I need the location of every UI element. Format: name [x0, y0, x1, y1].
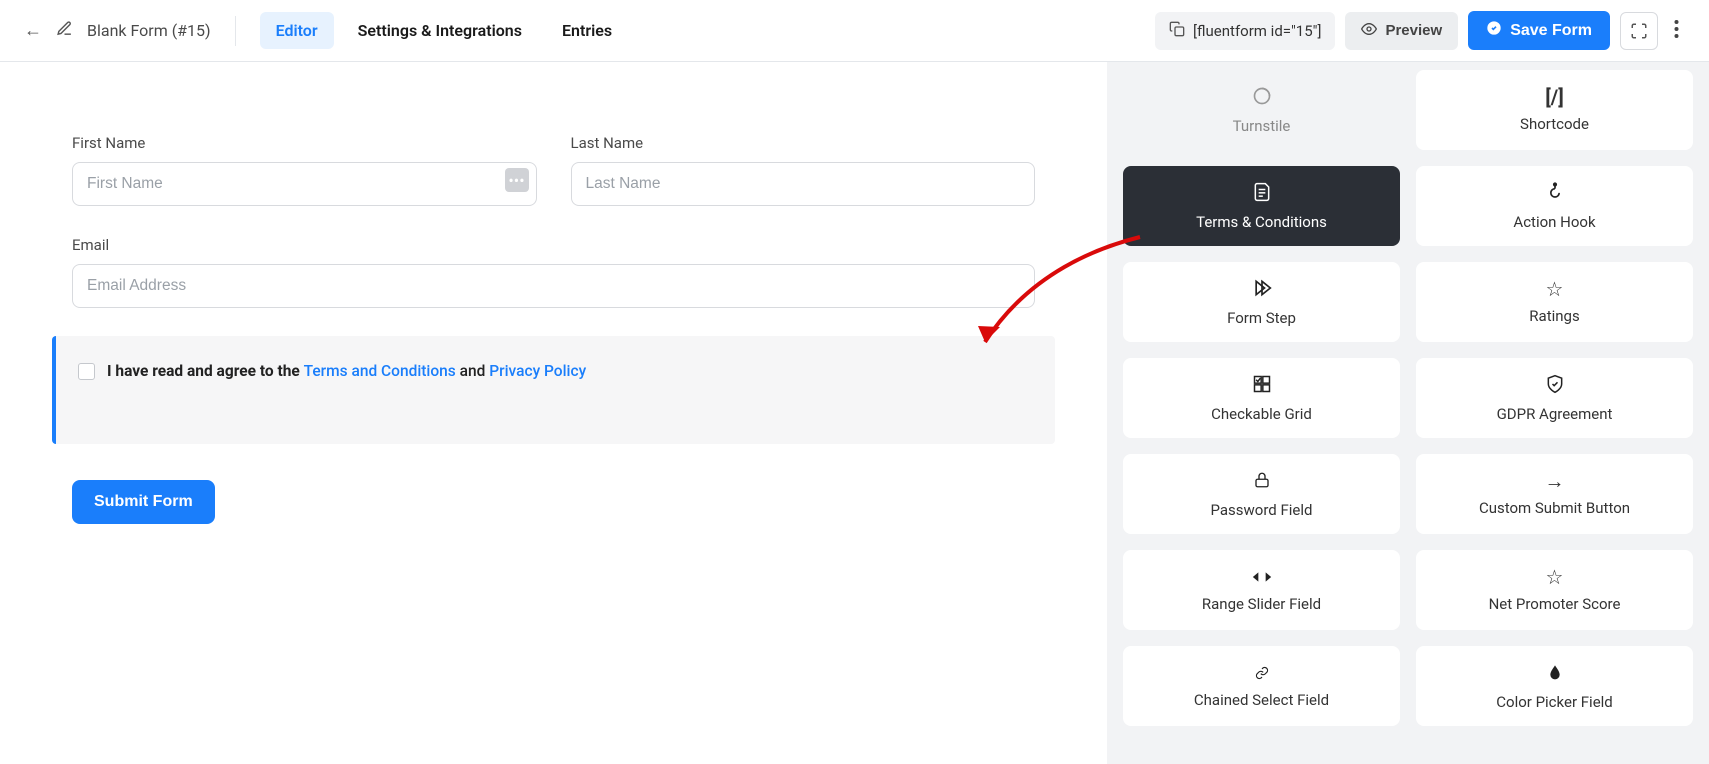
field-color-picker[interactable]: Color Picker Field [1416, 646, 1693, 726]
terms-block[interactable]: I have read and agree to the Terms and C… [52, 336, 1055, 444]
star-icon: ☆ [1546, 567, 1564, 587]
topbar: ← Blank Form (#15) Editor Settings & Int… [0, 0, 1709, 62]
topbar-left: ← Blank Form (#15) Editor Settings & Int… [24, 12, 628, 49]
arrow-right-icon: → [1545, 471, 1565, 491]
tab-editor[interactable]: Editor [260, 12, 334, 49]
star-icon: ☆ [1546, 279, 1564, 299]
turnstile-icon [1252, 86, 1272, 109]
lock-icon [1253, 470, 1271, 493]
eye-icon [1361, 21, 1377, 41]
field-shortcode[interactable]: [/] Shortcode [1416, 70, 1693, 150]
first-name-field[interactable]: First Name ••• [72, 134, 537, 206]
fields-sidebar: Turnstile [/] Shortcode Terms & Conditio… [1107, 62, 1709, 764]
shortcode-box[interactable]: [fluentform id="15"] [1155, 12, 1335, 50]
field-terms-conditions[interactable]: Terms & Conditions [1123, 166, 1400, 246]
last-name-field[interactable]: Last Name [571, 134, 1036, 206]
preview-button[interactable]: Preview [1345, 12, 1458, 50]
save-button[interactable]: Save Form [1468, 11, 1610, 50]
field-custom-submit[interactable]: → Custom Submit Button [1416, 454, 1693, 534]
form-title: Blank Form (#15) [87, 21, 211, 40]
document-icon [1252, 182, 1272, 205]
field-ratings[interactable]: ☆ Ratings [1416, 262, 1693, 342]
grid-icon [1252, 374, 1272, 397]
shield-icon [1545, 374, 1565, 397]
first-name-input[interactable] [72, 162, 537, 206]
check-circle-icon [1486, 20, 1502, 41]
field-nps[interactable]: ☆ Net Promoter Score [1416, 550, 1693, 630]
skip-icon [1251, 278, 1273, 301]
field-range-slider[interactable]: Range Slider Field [1123, 550, 1400, 630]
terms-text: I have read and agree to the Terms and C… [107, 362, 586, 380]
topbar-right: [fluentform id="15"] Preview Save Form [1155, 11, 1685, 50]
tab-settings[interactable]: Settings & Integrations [342, 12, 538, 49]
main: First Name ••• Last Name Email I have re… [0, 62, 1709, 764]
email-field[interactable]: Email [72, 236, 1035, 308]
more-icon[interactable] [1668, 19, 1685, 43]
field-action-hook[interactable]: Action Hook [1416, 166, 1693, 246]
email-label: Email [72, 236, 1035, 254]
fullscreen-button[interactable] [1620, 12, 1658, 50]
terms-link[interactable]: Terms and Conditions [304, 362, 456, 380]
drop-icon [1547, 662, 1563, 685]
drag-handle-icon[interactable]: ••• [505, 168, 529, 192]
shortcode-text: [fluentform id="15"] [1193, 22, 1321, 40]
last-name-input[interactable] [571, 162, 1036, 206]
submit-button[interactable]: Submit Form [72, 480, 215, 524]
slider-icon [1251, 567, 1273, 587]
email-input[interactable] [72, 264, 1035, 308]
form-canvas: First Name ••• Last Name Email I have re… [0, 62, 1107, 764]
privacy-link[interactable]: Privacy Policy [489, 362, 586, 380]
terms-checkbox[interactable] [78, 363, 95, 380]
field-form-step[interactable]: Form Step [1123, 262, 1400, 342]
hook-icon [1545, 182, 1565, 205]
field-checkable-grid[interactable]: Checkable Grid [1123, 358, 1400, 438]
field-turnstile[interactable]: Turnstile [1123, 70, 1400, 150]
field-chained-select[interactable]: Chained Select Field [1123, 646, 1400, 726]
first-name-label: First Name [72, 134, 537, 152]
pencil-icon[interactable] [56, 20, 73, 41]
name-row: First Name ••• Last Name [72, 134, 1035, 206]
field-password[interactable]: Password Field [1123, 454, 1400, 534]
back-arrow-icon[interactable]: ← [24, 20, 42, 41]
tab-entries[interactable]: Entries [546, 12, 628, 49]
tabs: Editor Settings & Integrations Entries [260, 12, 628, 49]
divider [235, 16, 236, 46]
copy-icon [1169, 21, 1185, 41]
field-gdpr[interactable]: GDPR Agreement [1416, 358, 1693, 438]
shortcode-icon: [/] [1545, 87, 1564, 107]
terms-inner: I have read and agree to the Terms and C… [78, 362, 1033, 380]
link-icon [1252, 663, 1272, 683]
last-name-label: Last Name [571, 134, 1036, 152]
